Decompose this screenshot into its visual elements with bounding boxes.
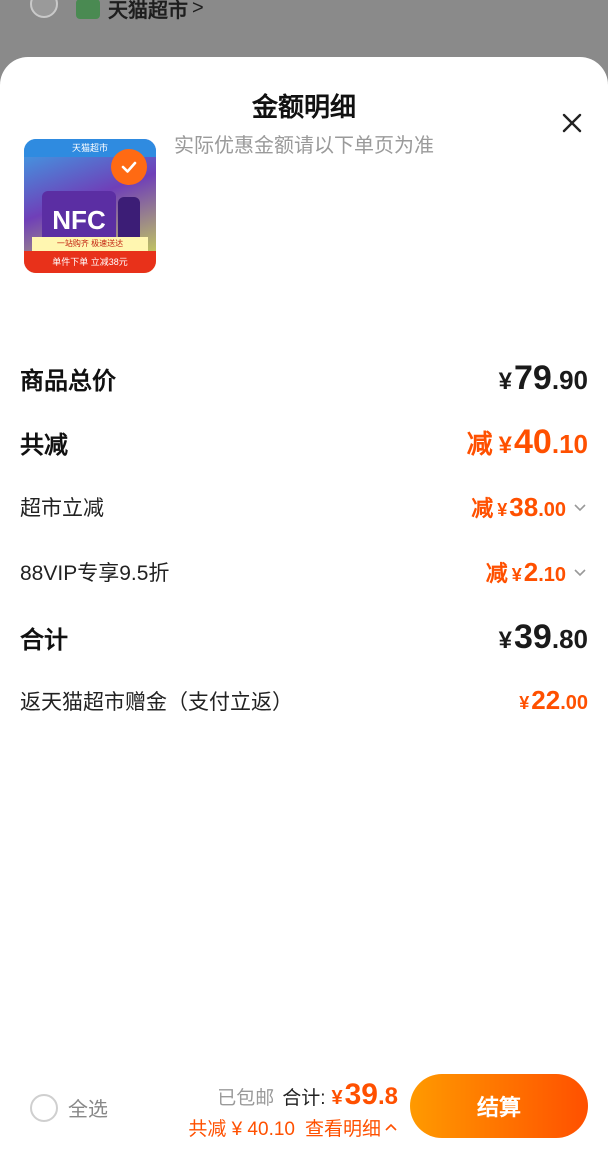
vip-discount-label: 88VIP专享9.5折 bbox=[20, 562, 170, 585]
footer-total-currency: ¥ bbox=[331, 1087, 343, 1109]
sheet-title: 金额明细 bbox=[251, 92, 356, 122]
select-all-toggle[interactable]: 全选 bbox=[30, 1093, 108, 1122]
subtotal-amount: ¥ 39 .80 bbox=[498, 618, 588, 656]
subtotal-label: 合计 bbox=[20, 627, 68, 654]
checkout-button[interactable]: 结算 bbox=[410, 1074, 588, 1138]
checkout-footer: 全选 已包邮 合计: ¥ 39 .8 共减 ¥ 40.10 查看明细 结算 bbox=[0, 1060, 608, 1159]
footer-saved-amount: 共减 ¥ 40.10 bbox=[188, 1119, 295, 1140]
supermarket-discount-amount: 减 ¥ 38 .00 bbox=[471, 491, 588, 523]
total-discount-amount: 减 ¥ 40 .10 bbox=[466, 423, 588, 461]
select-all-label: 全选 bbox=[68, 1099, 108, 1121]
close-icon bbox=[562, 113, 582, 133]
select-all-radio[interactable] bbox=[30, 1093, 58, 1122]
footer-total-int: 39 bbox=[344, 1078, 378, 1111]
chevron-down-icon[interactable] bbox=[572, 564, 588, 580]
chevron-up-icon bbox=[385, 1123, 397, 1131]
chevron-down-icon[interactable] bbox=[572, 499, 588, 515]
footer-total-label: 合计: bbox=[282, 1088, 326, 1109]
vip-discount-row[interactable]: 88VIP专享9.5折 减 ¥ 2 .10 bbox=[20, 556, 588, 588]
goods-total-amount: ¥ 79 .90 bbox=[498, 359, 588, 397]
subtotal-row: 合计 ¥ 39 .80 bbox=[20, 618, 588, 657]
store-name: 天猫超市 bbox=[108, 0, 188, 22]
cashback-amount: ¥ 22 .00 bbox=[519, 685, 588, 715]
chevron-right-icon: > bbox=[192, 0, 204, 19]
tmall-supermarket-logo-icon bbox=[76, 0, 100, 19]
store-select-radio[interactable] bbox=[30, 0, 58, 18]
footer-summary: 已包邮 合计: ¥ 39 .8 共减 ¥ 40.10 查看明细 bbox=[188, 1078, 398, 1141]
cashback-row: 返天猫超市赠金（支付立返） ¥ 22 .00 bbox=[20, 685, 588, 716]
goods-total-row: 商品总价 ¥ 79 .90 bbox=[20, 359, 588, 398]
vip-discount-amount: 减 ¥ 2 .10 bbox=[486, 556, 588, 588]
store-header[interactable]: 天猫超市 > bbox=[76, 0, 204, 23]
footer-total-dec: .8 bbox=[377, 1083, 398, 1110]
cashback-label: 返天猫超市赠金（支付立返） bbox=[20, 690, 293, 714]
amount-detail-sheet: 金额明细 实际优惠金额请以下单页为准 天猫超市 NFC 一站购齐 极速送达 单件… bbox=[0, 57, 608, 1159]
thumb-mid-banner: 一站购齐 极速送达 bbox=[32, 237, 148, 251]
product-thumbnail[interactable]: 天猫超市 NFC 一站购齐 极速送达 单件下单 立减38元 bbox=[24, 139, 156, 273]
supermarket-discount-row[interactable]: 超市立减 减 ¥ 38 .00 bbox=[20, 491, 588, 523]
close-button[interactable] bbox=[558, 109, 586, 137]
supermarket-discount-label: 超市立减 bbox=[20, 497, 104, 520]
background-page: 天猫超市 > bbox=[0, 0, 608, 60]
selected-check-icon[interactable] bbox=[111, 149, 147, 185]
thumb-bottom-banner: 单件下单 立减38元 bbox=[24, 251, 156, 273]
total-discount-row: 共减 减 ¥ 40 .10 bbox=[20, 423, 588, 462]
view-details-link[interactable]: 查看明细 bbox=[305, 1114, 398, 1141]
total-discount-label: 共减 bbox=[20, 432, 68, 459]
goods-total-label: 商品总价 bbox=[20, 368, 116, 395]
free-shipping-label: 已包邮 bbox=[217, 1088, 275, 1109]
